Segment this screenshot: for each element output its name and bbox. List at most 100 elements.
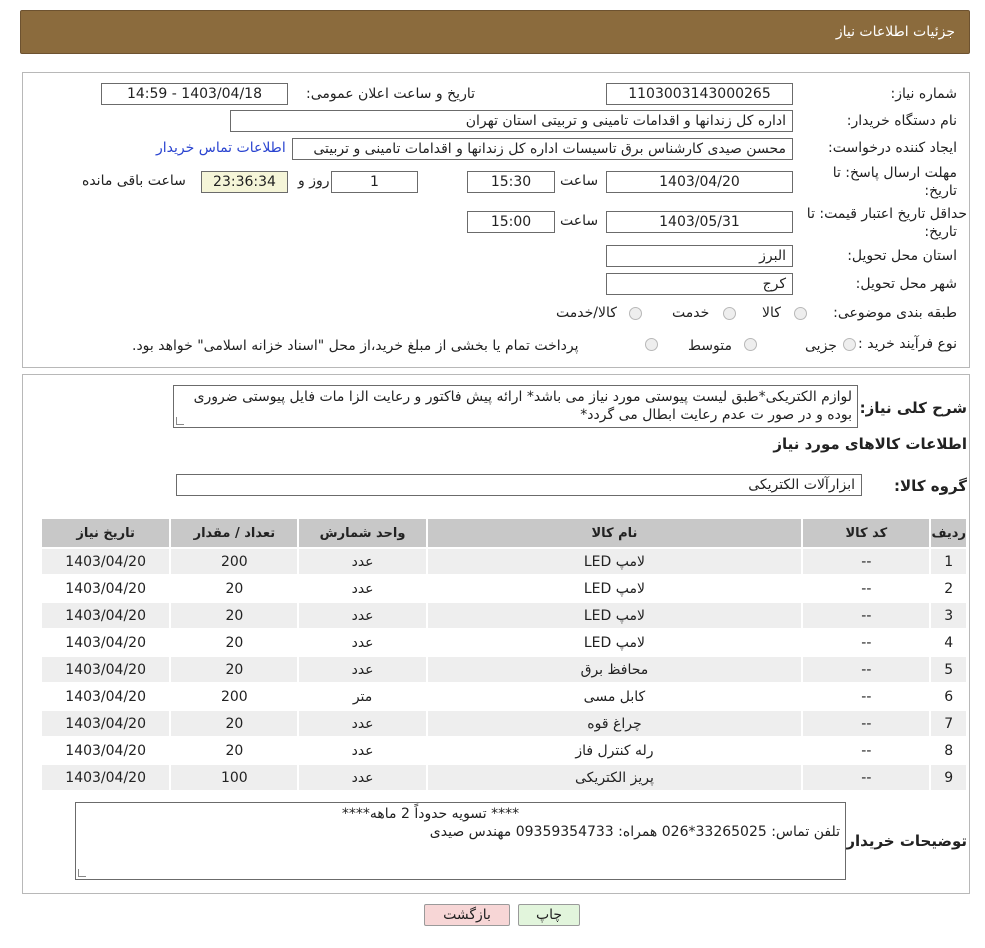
validity-time-label: ساعت	[560, 213, 599, 229]
cell-item-name: لامپ LED	[427, 630, 802, 655]
table-row: 7 -- چراغ قوه عدد 20 1403/04/20	[42, 711, 966, 736]
province-field: البرز	[606, 245, 793, 267]
cell-unit: عدد	[299, 549, 426, 574]
need-number-label: شماره نیاز:	[890, 86, 958, 102]
buyer-notes-textarea[interactable]: **** تسویه حدوداً 2 ماهه**** تلفن تماس: …	[75, 802, 846, 880]
cell-item-code: --	[803, 603, 930, 628]
need-number-field: 1103003143000265	[606, 83, 793, 105]
back-button[interactable]: بازگشت	[424, 904, 510, 926]
page-title: جزئیات اطلاعات نیاز	[835, 24, 955, 40]
deadline-date-field: 1403/04/20	[606, 171, 793, 193]
cell-item-code: --	[803, 738, 930, 763]
category-radio-service[interactable]	[723, 307, 736, 320]
table-row: 1 -- لامپ LED عدد 200 1403/04/20	[42, 549, 966, 574]
validity-label: حداقل تاریخ اعتبار قیمت: تا	[806, 206, 967, 222]
cell-item-name: چراغ قوه	[427, 711, 802, 736]
announce-field: 1403/04/18 - 14:59	[101, 83, 288, 105]
cell-need-date: 1403/04/20	[42, 684, 170, 709]
description-label: شرح کلی نیاز:	[859, 399, 967, 417]
table-header-row: ردیف کد کالا نام کالا واحد شمارش تعداد /…	[42, 519, 966, 547]
province-label: استان محل تحویل:	[847, 248, 957, 264]
cell-quantity: 20	[171, 657, 298, 682]
cell-need-date: 1403/04/20	[42, 738, 170, 763]
city-label: شهر محل تحویل:	[855, 276, 957, 292]
col-quantity: تعداد / مقدار	[171, 519, 298, 547]
process-radio-minor[interactable]	[843, 338, 856, 351]
category-radio-goods-service[interactable]	[629, 307, 642, 320]
cell-quantity: 200	[171, 549, 298, 574]
buyer-notes-label: توضیحات خریدار:	[840, 832, 967, 850]
description-textarea[interactable]: لوازم الکتریکی*طبق لیست پیوستی مورد نیاز…	[173, 385, 858, 428]
remaining-time-field: 23:36:34	[201, 171, 288, 193]
cell-item-code: --	[803, 711, 930, 736]
deadline-label-2: تاریخ:	[924, 183, 957, 199]
goods-group-label: گروه کالا:	[894, 477, 967, 495]
cell-row-number: 1	[931, 549, 966, 574]
description-text: لوازم الکتریکی*طبق لیست پیوستی مورد نیاز…	[193, 389, 852, 423]
col-item-name: نام کالا	[427, 519, 802, 547]
cell-row-number: 8	[931, 738, 966, 763]
goods-section-title: اطلاعات کالاهای مورد نیاز	[773, 435, 967, 453]
cell-unit: عدد	[299, 657, 426, 682]
cell-quantity: 20	[171, 630, 298, 655]
table-row: 2 -- لامپ LED عدد 20 1403/04/20	[42, 576, 966, 601]
days-field: 1	[331, 171, 418, 193]
cell-quantity: 20	[171, 738, 298, 763]
col-item-code: کد کالا	[803, 519, 930, 547]
category-label: طبقه بندی موضوعی:	[833, 305, 957, 321]
cell-item-name: لامپ LED	[427, 549, 802, 574]
cell-need-date: 1403/04/20	[42, 657, 170, 682]
process-medium-label: متوسط	[688, 338, 732, 354]
print-button[interactable]: چاپ	[518, 904, 580, 926]
deadline-label: مهلت ارسال پاسخ: تا	[832, 165, 957, 181]
cell-item-name: محافظ برق	[427, 657, 802, 682]
announce-label: تاریخ و ساعت اعلان عمومی:	[306, 86, 475, 102]
goods-table: ردیف کد کالا نام کالا واحد شمارش تعداد /…	[40, 517, 968, 792]
table-row: 5 -- محافظ برق عدد 20 1403/04/20	[42, 657, 966, 682]
process-note: پرداخت تمام یا بخشی از مبلغ خرید،از محل …	[132, 338, 579, 354]
deadline-time-label: ساعت	[560, 173, 599, 189]
category-service-label: خدمت	[672, 305, 710, 321]
validity-date-field: 1403/05/31	[606, 211, 793, 233]
col-need-date: تاریخ نیاز	[42, 519, 170, 547]
table-row: 6 -- کابل مسی متر 200 1403/04/20	[42, 684, 966, 709]
process-label: نوع فرآیند خرید :	[858, 336, 957, 352]
table-row: 9 -- پریز الکتریکی عدد 100 1403/04/20	[42, 765, 966, 790]
creator-field: محسن صیدی کارشناس برق تاسیسات اداره کل ز…	[292, 138, 793, 160]
category-radio-goods[interactable]	[794, 307, 807, 320]
remaining-label: ساعت باقی مانده	[82, 173, 186, 189]
category-goods-service-label: کالا/خدمت	[556, 305, 617, 321]
cell-need-date: 1403/04/20	[42, 711, 170, 736]
process-radio-medium[interactable]	[744, 338, 757, 351]
cell-item-code: --	[803, 765, 930, 790]
cell-item-code: --	[803, 576, 930, 601]
cell-quantity: 20	[171, 711, 298, 736]
cell-item-code: --	[803, 657, 930, 682]
table-row: 4 -- لامپ LED عدد 20 1403/04/20	[42, 630, 966, 655]
cell-item-name: پریز الکتریکی	[427, 765, 802, 790]
buyer-org-label: نام دستگاه خریدار:	[846, 113, 957, 129]
cell-need-date: 1403/04/20	[42, 630, 170, 655]
cell-unit: متر	[299, 684, 426, 709]
category-goods-label: کالا	[762, 305, 781, 321]
cell-unit: عدد	[299, 738, 426, 763]
creator-label: ایجاد کننده درخواست:	[828, 140, 957, 156]
cell-row-number: 7	[931, 711, 966, 736]
buyer-notes-line2: تلفن تماس: 33265025*026 همراه: 093593547…	[429, 824, 840, 840]
validity-label-2: تاریخ:	[924, 224, 957, 240]
table-row: 8 -- رله کنترل فاز عدد 20 1403/04/20	[42, 738, 966, 763]
cell-quantity: 100	[171, 765, 298, 790]
cell-unit: عدد	[299, 765, 426, 790]
cell-item-code: --	[803, 630, 930, 655]
cell-item-name: لامپ LED	[427, 576, 802, 601]
buyer-contact-link[interactable]: اطلاعات تماس خریدار	[156, 140, 286, 156]
cell-item-name: رله کنترل فاز	[427, 738, 802, 763]
deadline-time-field: 15:30	[467, 171, 555, 193]
cell-item-code: --	[803, 549, 930, 574]
resize-grip-icon[interactable]	[176, 417, 184, 425]
cell-need-date: 1403/04/20	[42, 603, 170, 628]
resize-grip-icon[interactable]	[78, 869, 86, 877]
cell-row-number: 3	[931, 603, 966, 628]
validity-time-field: 15:00	[467, 211, 555, 233]
process-checkbox-treasury[interactable]	[645, 338, 658, 351]
